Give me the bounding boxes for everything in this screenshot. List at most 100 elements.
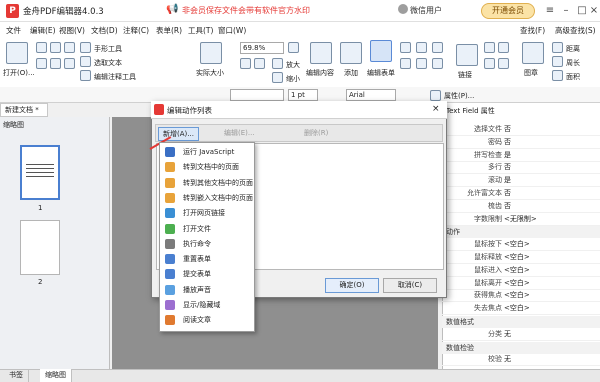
zoom-in-icon[interactable] [272, 58, 283, 69]
dropdown-item[interactable]: 打开文件 [163, 222, 253, 236]
property-row[interactable]: 多行否 [442, 162, 600, 175]
property-row[interactable]: 鼠标释放 <空白> [442, 252, 600, 264]
minimize-icon[interactable]: – [559, 4, 573, 18]
edit-form-icon[interactable] [370, 40, 392, 62]
dropdown-item[interactable]: 阅读文章 [163, 313, 253, 327]
edit-content-icon[interactable] [310, 42, 332, 64]
property-row[interactable]: 允许富文本否 [442, 188, 600, 200]
menu-view[interactable]: 视图(V) [59, 25, 85, 36]
page-thumbnail-1[interactable] [20, 145, 60, 200]
save-icon[interactable] [36, 42, 47, 53]
dropdown-item[interactable]: 重置表单 [163, 252, 253, 266]
property-row[interactable]: 鼠标进入 <空白> [442, 265, 600, 277]
scan-icon[interactable] [64, 58, 75, 69]
add-button[interactable]: 添加 [344, 68, 358, 78]
property-row[interactable]: 鼠标按下 <空白> [442, 239, 600, 252]
user-name[interactable]: 微信用户 [410, 5, 442, 16]
cancel-button[interactable]: 取消(C) [383, 278, 437, 293]
actual-size-icon[interactable] [200, 42, 222, 64]
link-button[interactable]: 链接 [458, 70, 472, 80]
property-row[interactable]: 拼写检查是 [442, 150, 600, 162]
tab-bookmarks[interactable]: 书签 [4, 369, 29, 382]
avatar[interactable] [398, 4, 408, 14]
vip-button[interactable]: 开通会员 [481, 3, 535, 19]
radio-icon[interactable] [432, 42, 443, 53]
watermark-warning[interactable]: 非会员保存文件会带有软件官方水印 [182, 5, 310, 16]
menu-edit[interactable]: 编辑(E) [30, 25, 56, 36]
property-group[interactable]: 动作 [442, 226, 600, 239]
open-button[interactable]: 打开(O)... [3, 68, 35, 78]
zoom-in-button[interactable]: 放大 [286, 60, 300, 70]
menu-comment[interactable]: 注释(C) [123, 25, 149, 36]
menu-document[interactable]: 文档(D) [91, 25, 118, 36]
checkbox-icon[interactable] [416, 42, 427, 53]
zoom-out-button[interactable]: 缩小 [286, 74, 300, 84]
ok-button[interactable]: 确定(O) [325, 278, 379, 293]
redo-icon[interactable] [50, 58, 61, 69]
menu-window[interactable]: 窗口(W) [218, 25, 246, 36]
distance-button[interactable]: 距离 [566, 44, 580, 54]
add-icon[interactable] [340, 42, 362, 64]
properties-icon[interactable] [430, 90, 441, 101]
property-row[interactable]: 选择文件否 [442, 124, 600, 136]
delete-action-button[interactable]: 删除(R) [300, 127, 332, 141]
property-row[interactable]: 分类无 [442, 329, 600, 341]
property-row[interactable]: 字数限制 <无限制> [442, 214, 600, 226]
zoom-out-icon[interactable] [272, 72, 283, 83]
edit-form-button[interactable]: 编辑表单 [367, 68, 395, 78]
dropdown-item[interactable]: 提交表单 [163, 267, 253, 281]
dropdown-item[interactable]: 转到嵌入文档中的页面 [163, 191, 253, 205]
fit-width-icon[interactable] [254, 58, 265, 69]
page-thumbnail-2[interactable] [20, 220, 60, 275]
email-icon[interactable] [64, 42, 75, 53]
perimeter-icon[interactable] [552, 56, 563, 67]
dropdown-item[interactable]: 播放声音 [163, 283, 253, 297]
rectangle-icon[interactable] [484, 58, 495, 69]
edit-action-button[interactable]: 编辑(E)... [220, 127, 259, 141]
area-icon[interactable] [552, 70, 563, 81]
dropdown-item[interactable]: 显示/隐藏域 [163, 298, 253, 312]
menu-form[interactable]: 表单(R) [156, 25, 182, 36]
dropdown-item[interactable]: 转到其他文档中的页面 [163, 176, 253, 190]
edit-content-button[interactable]: 编辑内容 [306, 68, 334, 78]
open-folder-icon[interactable] [6, 42, 28, 64]
zoom-select[interactable]: 69.8% [240, 42, 284, 54]
hand-tool-button[interactable]: 手形工具 [94, 44, 122, 54]
menu-icon[interactable]: ≡ [543, 4, 557, 18]
line-width-select[interactable]: 1 pt [288, 89, 318, 101]
print-icon[interactable] [50, 42, 61, 53]
dialog-close-icon[interactable]: × [432, 104, 440, 114]
dropdown-item[interactable]: 打开网页链接 [163, 206, 253, 220]
distance-icon[interactable] [552, 42, 563, 53]
maximize-icon[interactable]: □ [575, 4, 589, 18]
menu-tools[interactable]: 工具(T) [188, 25, 213, 36]
tab-document[interactable]: 新建文档 * [0, 103, 48, 117]
perimeter-button[interactable]: 周长 [566, 58, 580, 68]
ellipse-icon[interactable] [498, 58, 509, 69]
signature-icon[interactable] [432, 58, 443, 69]
property-group[interactable]: 数值格式 [442, 316, 600, 328]
stamp-button[interactable]: 图章 [524, 68, 538, 78]
menu-file[interactable]: 文件 [6, 25, 21, 36]
fit-page-icon[interactable] [240, 58, 251, 69]
text-field-icon[interactable] [400, 42, 411, 53]
edit-annotation-button[interactable]: 编辑注释工具 [94, 72, 136, 82]
actual-size-button[interactable]: 实际大小 [196, 68, 224, 78]
properties-button[interactable]: 属性(P)... [444, 91, 474, 101]
menu-advanced-find[interactable]: 高级查找(S) [555, 25, 596, 36]
property-row[interactable]: 梳齿否 [442, 201, 600, 213]
select-text-button[interactable]: 选取文本 [94, 58, 122, 68]
dropdown-item[interactable]: 执行命令 [163, 237, 253, 251]
property-group[interactable]: 数值检验 [442, 341, 600, 354]
undo-icon[interactable] [36, 58, 47, 69]
line-icon[interactable] [484, 42, 495, 53]
combo-box-icon[interactable] [416, 58, 427, 69]
tab-thumbnails[interactable]: 缩略图 [40, 369, 72, 382]
line-style-select[interactable] [230, 89, 284, 101]
text-select-icon[interactable] [80, 56, 91, 67]
link-icon[interactable] [456, 44, 478, 66]
dropdown-item[interactable]: 转到文档中的页面 [163, 160, 253, 174]
property-row[interactable]: 鼠标离开 <空白> [442, 278, 600, 290]
hand-icon[interactable] [80, 42, 91, 53]
arrow-icon[interactable] [498, 42, 509, 53]
